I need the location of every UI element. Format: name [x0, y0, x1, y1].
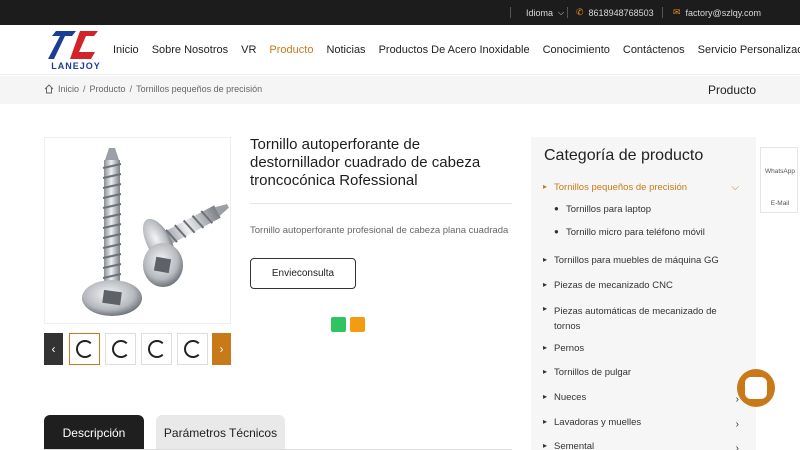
divider	[567, 7, 568, 18]
mail-icon: ✉	[673, 7, 681, 17]
divider	[662, 7, 663, 18]
inquiry-button[interactable]: Envieconsulta	[250, 258, 356, 289]
floating-contact-panel: WhatsApp E-Mail	[760, 147, 798, 213]
home-icon	[44, 84, 54, 94]
loading-icon	[75, 340, 94, 358]
next-image-button[interactable]: ›	[212, 333, 231, 365]
sidebar-item-label: Piezas de mecanizado CNC	[554, 280, 673, 291]
breadcrumb-home[interactable]: Inicio	[58, 84, 79, 94]
product-title: Tornillo autoperforante de destornillado…	[250, 136, 481, 189]
chat-icon	[745, 377, 767, 399]
chevron-down-icon[interactable]: ⌵	[731, 182, 739, 193]
triangle-right-icon: ▸	[543, 441, 548, 450]
sidebar-item-label: Semental	[554, 441, 595, 450]
breadcrumb-current[interactable]: Tornillos pequeños de precisión	[136, 84, 262, 94]
chat-button[interactable]	[737, 369, 775, 407]
triangle-right-icon: ▸	[543, 417, 548, 426]
sidebar-item-label: Lavadoras y muelles	[554, 417, 642, 428]
chevron-right-icon: ›	[219, 342, 224, 356]
thumbnail[interactable]	[69, 333, 100, 365]
chevron-right-icon[interactable]: ›	[736, 419, 739, 430]
share-icon[interactable]	[350, 317, 365, 332]
loading-icon	[183, 340, 202, 358]
category-sidebar: Categoría de producto ▸ Tornillos pequeñ…	[531, 137, 756, 450]
breadcrumb-section[interactable]: Producto	[90, 84, 126, 94]
sidebar-item-label: Pernos	[554, 343, 585, 354]
nav-item-acero-inoxidable[interactable]: Productos De Acero Inoxidable	[379, 44, 530, 56]
email-address: factory@szlqy.com	[685, 7, 762, 18]
phone-number: 8618948768503	[588, 7, 654, 18]
main-nav: Inicio Sobre Nosotros VR Producto Notici…	[113, 25, 800, 75]
chevron-down-icon: ⌵	[558, 7, 565, 17]
nav-item-noticias[interactable]: Noticias	[326, 44, 365, 56]
triangle-right-icon: ▸	[543, 367, 548, 376]
site-header: LANEJOY Inicio Sobre Nosotros VR Product…	[0, 25, 800, 75]
sidebar-item-label: Tornillos de pulgar	[554, 367, 632, 378]
breadcrumb-separator: /	[83, 84, 86, 94]
top-bar: Idioma ⌵ ✆ 8618948768503 ✉ factory@szlqy…	[0, 0, 800, 25]
nav-item-sobre-nosotros[interactable]: Sobre Nosotros	[152, 44, 228, 56]
logo-mark-icon	[48, 31, 98, 59]
triangle-right-icon: ▸	[543, 255, 548, 264]
sidebar-item-label: Tornillo micro para teléfono móvil	[566, 227, 705, 238]
divider	[250, 203, 512, 204]
breadcrumb: Inicio / Producto / Tornillos pequeños d…	[44, 84, 262, 94]
nav-item-conocimiento[interactable]: Conocimiento	[543, 44, 610, 56]
divider	[510, 7, 511, 18]
nav-item-contactenos[interactable]: Contáctenos	[623, 44, 685, 56]
triangle-right-icon: ▸	[543, 304, 548, 313]
language-selector[interactable]: Idioma ⌵	[526, 0, 564, 25]
whatsapp-link[interactable]: WhatsApp	[761, 168, 799, 175]
chevron-left-icon: ‹	[51, 342, 56, 356]
sidebar-item-label: Tornillos para muebles de máquina GG	[554, 255, 719, 266]
thumbnail-strip: ‹ ›	[44, 333, 231, 365]
sidebar-item-label: Piezas automáticas de mecanizado de torn…	[554, 306, 717, 332]
triangle-right-icon: ▸	[543, 182, 548, 191]
loading-icon	[147, 340, 166, 358]
sidebar-item-label: Tornillos para laptop	[566, 204, 652, 215]
sidebar-item-label: Tornillos pequeños de precisión	[554, 182, 688, 193]
phone-link[interactable]: ✆ 8618948768503	[576, 0, 654, 25]
triangle-right-icon: ▸	[543, 280, 548, 289]
tab-descripcion[interactable]: Descripción	[44, 415, 144, 450]
prev-image-button[interactable]: ‹	[44, 333, 63, 365]
chevron-right-icon[interactable]: ›	[736, 443, 739, 450]
triangle-right-icon: ▸	[543, 392, 548, 401]
tab-parametros-tecnicos[interactable]: Parámetros Técnicos	[156, 415, 285, 450]
nav-item-producto[interactable]: Producto	[269, 44, 313, 56]
loading-icon	[111, 340, 130, 358]
triangle-right-icon: ▸	[543, 343, 548, 352]
nav-item-inicio[interactable]: Inicio	[113, 44, 139, 56]
bullet-icon: ●	[554, 204, 559, 213]
nav-item-servicio-personalizado[interactable]: Servicio Personalizado	[698, 44, 800, 56]
email-link-floating[interactable]: E-Mail	[761, 200, 799, 207]
sidebar-title: Categoría de producto	[544, 147, 704, 164]
share-icon[interactable]	[331, 317, 346, 332]
phone-icon: ✆	[576, 7, 584, 17]
product-main-image[interactable]	[44, 137, 231, 324]
section-title: Producto	[707, 83, 756, 97]
breadcrumb-separator: /	[129, 84, 133, 94]
nav-item-vr[interactable]: VR	[241, 44, 256, 56]
language-label: Idioma	[526, 7, 554, 18]
sidebar-item-label: Nueces	[554, 392, 587, 403]
thumbnail[interactable]	[141, 333, 172, 365]
thumbnail[interactable]	[177, 333, 208, 365]
screw-image	[82, 148, 229, 316]
logo-text: LANEJOY	[51, 61, 101, 71]
bullet-icon: ●	[554, 227, 559, 236]
thumbnail[interactable]	[105, 333, 136, 365]
email-link[interactable]: ✉ factory@szlqy.com	[673, 0, 761, 25]
product-description: Tornillo autoperforante profesional de c…	[250, 225, 509, 236]
site-logo[interactable]: LANEJOY	[46, 28, 106, 72]
breadcrumb-bar: Inicio / Producto / Tornillos pequeños d…	[0, 76, 800, 104]
